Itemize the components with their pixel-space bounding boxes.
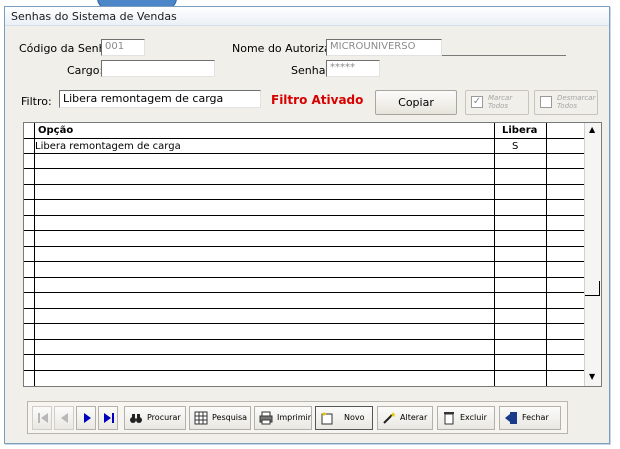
grid-column-line [546,123,547,386]
grid-row-line [24,215,586,216]
printer-icon [259,411,273,425]
options-grid[interactable]: Opção Libera Libera remontagem de carga … [23,122,602,387]
alterar-label: Alterar [400,413,428,422]
grid-table-icon [194,411,208,425]
next-record-icon [84,413,91,423]
last-record-button[interactable] [98,406,118,430]
filter-status-text: Filtro Ativado [271,93,364,107]
copiar-label: Copiar [398,96,434,109]
grid-row-line [24,199,586,200]
last-record-icon [104,413,114,423]
grid-row-line [24,261,586,262]
senha-field[interactable]: ***** [326,60,380,77]
window-title: Senhas do Sistema de Vendas [11,10,177,23]
novo-label: Novo [344,413,365,422]
first-record-button[interactable] [32,406,52,430]
grid-row-line [24,168,586,169]
fechar-label: Fechar [522,413,549,422]
grid-row-line [24,246,586,247]
codigo-field[interactable]: 001 [101,39,145,56]
main-window: Senhas do Sistema de Vendas Código da Se… [4,6,610,444]
previous-record-button[interactable] [54,406,74,430]
column-header-opcao[interactable]: Opção [38,125,73,136]
scroll-up-arrow-icon[interactable]: ▲ [589,125,595,134]
desmarcar-todos-label: Desmarcar Todos [557,94,596,110]
cargo-label: Cargo: [67,64,104,77]
bottom-toolbar: Procurar Pesquisa Imprimir Novo Alterar … [27,401,568,434]
procurar-label: Procurar [147,413,181,422]
checkbox-empty-icon [540,96,552,108]
grid-column-line [494,123,495,386]
grid-row-line [24,339,586,340]
excluir-label: Excluir [460,413,487,422]
novo-button[interactable]: Novo [315,406,373,430]
grid-row-line [24,230,586,231]
column-header-libera[interactable]: Libera [502,125,537,136]
grid-vertical-scrollbar[interactable]: ▲ ▼ [584,123,601,386]
excluir-button[interactable]: Excluir [437,406,495,430]
exit-door-icon [505,412,517,424]
previous-record-icon [61,413,68,423]
checkbox-checked-icon: ✓ [471,96,483,108]
pesquisa-label: Pesquisa [212,413,248,422]
grid-row-line [24,277,586,278]
marcar-todos-label: Marcar Todos [488,94,513,110]
marcar-todos-button[interactable]: ✓ Marcar Todos [465,90,529,115]
grid-cell-libera[interactable]: S [512,141,518,152]
grid-row-line [24,184,586,185]
next-record-button[interactable] [76,406,96,430]
grid-row-line [24,292,586,293]
filtro-input[interactable]: Libera remontagem de carga [59,90,261,108]
grid-cell-opcao[interactable]: Libera remontagem de carga [35,141,181,152]
autorizado-field[interactable]: MICROUNIVERSO [326,39,442,56]
grid-row-line [24,323,586,324]
pesquisa-button[interactable]: Pesquisa [189,406,251,430]
grid-header: Opção Libera [24,123,586,139]
magic-wand-edit-icon [383,412,396,424]
imprimir-label: Imprimir [277,413,312,422]
binoculars-icon [130,414,142,423]
senha-label: Senha: [291,64,330,77]
copiar-button[interactable]: Copiar [375,90,457,115]
imprimir-button[interactable]: Imprimir [254,406,312,430]
grid-row-line [24,370,586,371]
trash-can-icon [444,412,454,425]
alterar-button[interactable]: Alterar [377,406,433,430]
scroll-thumb[interactable] [585,281,600,296]
cargo-field[interactable] [101,60,215,77]
filtro-label: Filtro: [21,95,52,108]
fechar-button[interactable]: Fechar [499,406,561,430]
grid-row-line [24,153,586,154]
desmarcar-todos-button[interactable]: Desmarcar Todos [534,90,598,115]
first-record-icon [38,413,48,423]
grid-row-line [24,308,586,309]
scroll-down-arrow-icon[interactable]: ▼ [589,372,595,381]
new-document-icon [321,412,333,425]
procurar-button[interactable]: Procurar [124,406,186,430]
autorizado-field-extension [442,55,566,56]
grid-row-line [24,354,586,355]
grid-indicator-column-line [34,123,35,386]
title-bar: Senhas do Sistema de Vendas [5,7,609,26]
